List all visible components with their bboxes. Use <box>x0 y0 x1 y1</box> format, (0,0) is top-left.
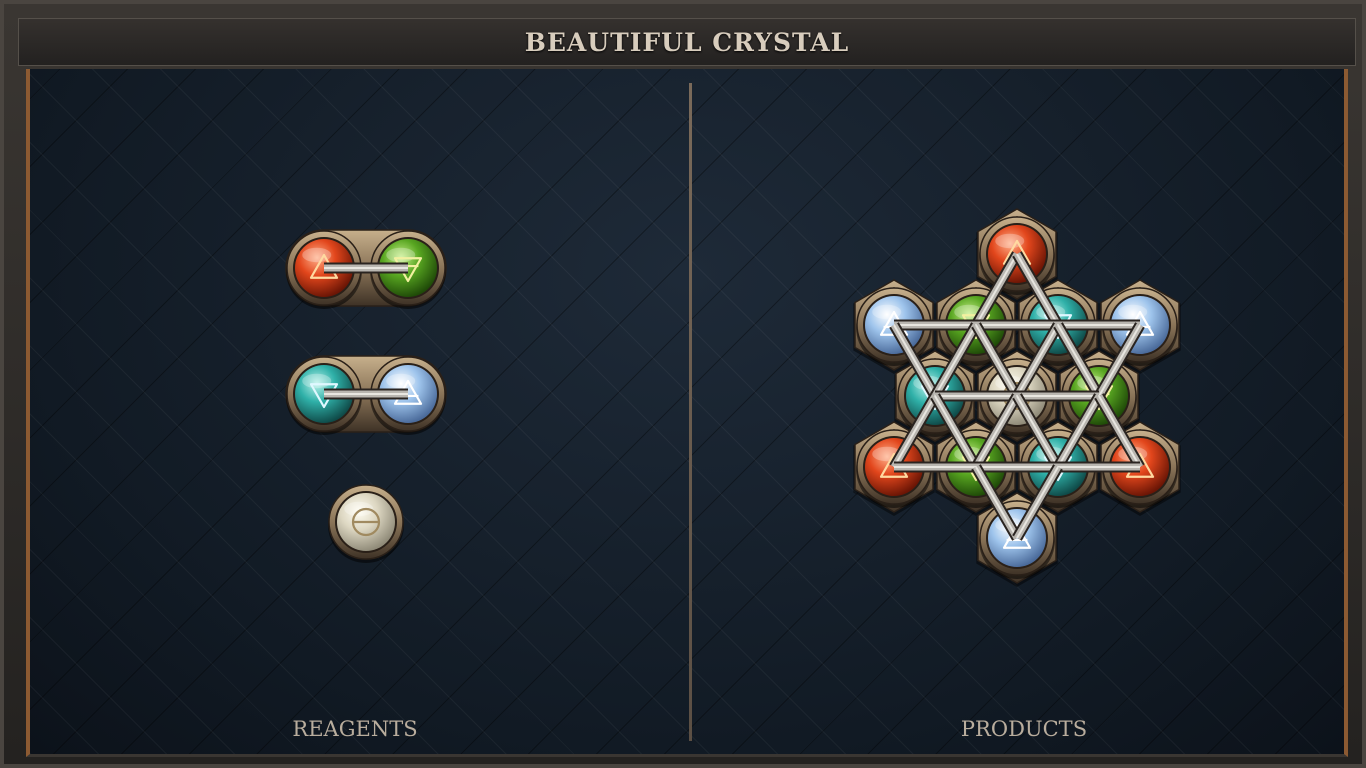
reagent-salt[interactable] <box>328 484 404 563</box>
atom-air <box>979 500 1055 579</box>
game-window-frame: BEAUTIFUL CRYSTAL REAGENTS PRODUCTS <box>0 0 1366 768</box>
atom-salt <box>328 484 404 563</box>
puzzle-board: REAGENTS PRODUCTS <box>26 69 1348 757</box>
reagents-label: REAGENTS <box>292 717 418 741</box>
puzzle-title: BEAUTIFUL CRYSTAL <box>524 27 850 57</box>
title-bar: BEAUTIFUL CRYSTAL <box>18 18 1356 66</box>
molecules-canvas <box>285 208 1181 587</box>
products-label: PRODUCTS <box>960 717 1088 741</box>
